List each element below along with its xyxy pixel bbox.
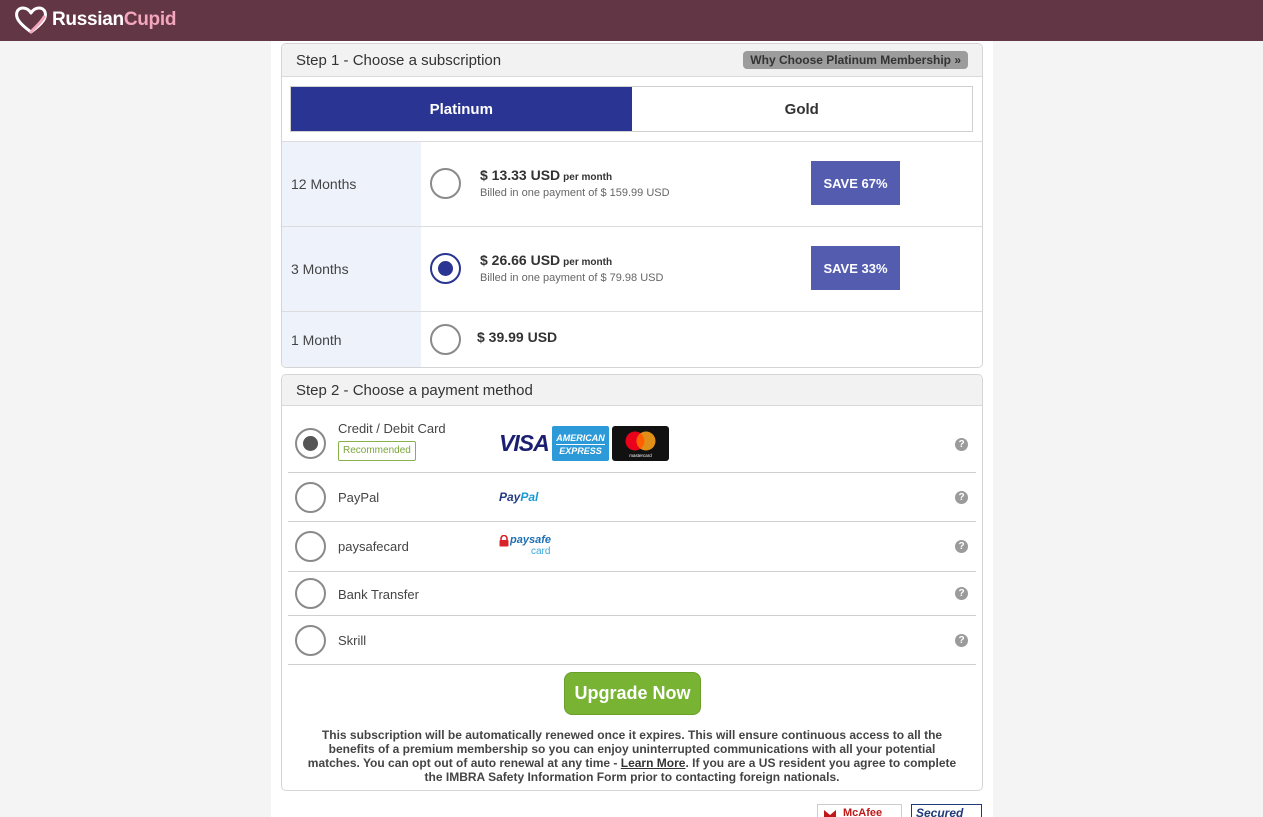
- learn-more-link[interactable]: Learn More: [621, 756, 686, 770]
- visa-logo-icon: VISA: [499, 430, 550, 456]
- plan-row-3-months[interactable]: 3 Months $ 26.66 USD per month Billed in …: [282, 226, 982, 311]
- help-icon[interactable]: ?: [955, 491, 968, 504]
- payment-panel: Step 2 - Choose a payment method Credit …: [281, 374, 983, 791]
- plan-price: $ 13.33 USD per month: [480, 167, 612, 183]
- paypal-logo-icon: PayPal: [499, 490, 538, 504]
- payment-label: Skrill: [338, 633, 367, 648]
- payment-radio-bank-transfer[interactable]: [295, 578, 326, 609]
- mcafee-badge: McAfee: [817, 804, 902, 817]
- help-icon[interactable]: ?: [955, 587, 968, 600]
- subscription-panel: Step 1 - Choose a subscription Why Choos…: [281, 43, 983, 368]
- payment-radio-skrill[interactable]: [295, 625, 326, 656]
- payment-method-list: Credit / Debit Card Recommended VISA AME…: [288, 408, 976, 665]
- svg-text:AMERICAN: AMERICAN: [555, 433, 605, 443]
- paysafecard-logo-part2: card: [531, 546, 551, 557]
- payment-radio-paysafecard[interactable]: [295, 531, 326, 562]
- tab-gold[interactable]: Gold: [631, 87, 972, 131]
- payment-label: Bank Transfer: [338, 587, 419, 602]
- plan-radio-1-month[interactable]: [430, 324, 461, 355]
- payment-method-paysafecard[interactable]: paysafecard paysafe card ?: [288, 522, 976, 572]
- auto-renewal-notice: This subscription will be automatically …: [304, 728, 960, 784]
- help-icon[interactable]: ?: [955, 438, 968, 451]
- heart-logo-icon: [15, 6, 47, 34]
- payment-label: Credit / Debit Card: [338, 421, 446, 436]
- step2-title: Step 2 - Choose a payment method: [296, 382, 533, 399]
- plan-price-per: per month: [563, 257, 613, 268]
- plan-price-value: $ 13.33 USD: [480, 167, 561, 183]
- secured-badge-text: Secured: [916, 806, 964, 817]
- plan-price: $ 26.66 USD per month: [480, 252, 612, 268]
- brand-name: RussianCupid: [52, 9, 176, 31]
- brand-name-part2: Cupid: [123, 9, 177, 30]
- why-platinum-button[interactable]: Why Choose Platinum Membership »: [743, 51, 968, 69]
- payment-radio-paypal[interactable]: [295, 482, 326, 513]
- payment-label: PayPal: [338, 490, 380, 505]
- amex-logo-icon: AMERICAN EXPRESS: [551, 426, 609, 461]
- brand-name-part1: Russian: [52, 9, 124, 30]
- paysafecard-logo-icon: paysafe card: [499, 534, 559, 560]
- page-content: Step 1 - Choose a subscription Why Choos…: [271, 41, 993, 817]
- brand-logo[interactable]: RussianCupid: [14, 5, 176, 35]
- paypal-logo-part1: Pay: [499, 490, 521, 504]
- plan-term: 1 Month: [282, 312, 421, 367]
- mcafee-badge-text: McAfee: [843, 807, 883, 817]
- plan-billed-text: Billed in one payment of $ 79.98 USD: [480, 272, 664, 284]
- plan-radio-12-months[interactable]: [430, 168, 461, 199]
- svg-text:EXPRESS: EXPRESS: [559, 446, 602, 456]
- plan-row-1-month[interactable]: 1 Month $ 39.99 USD: [282, 311, 982, 367]
- save-badge-33: SAVE 33%: [811, 246, 900, 290]
- plan-list: 12 Months $ 13.33 USD per month Billed in…: [282, 141, 982, 367]
- save-badge-67: SAVE 67%: [811, 161, 900, 205]
- plan-term: 3 Months: [282, 227, 421, 311]
- svg-text:mastercard: mastercard: [629, 453, 652, 458]
- payment-label: paysafecard: [338, 539, 409, 554]
- payment-method-bank-transfer[interactable]: Bank Transfer ?: [288, 572, 976, 616]
- recommended-badge: Recommended: [338, 441, 416, 461]
- secured-badge: Secured: [911, 804, 982, 817]
- payment-method-skrill[interactable]: Skrill ?: [288, 616, 976, 665]
- payment-panel-header: Step 2 - Choose a payment method: [282, 375, 982, 406]
- payment-method-paypal[interactable]: PayPal PayPal ?: [288, 473, 976, 522]
- plan-price-per: per month: [563, 172, 613, 183]
- paysafecard-logo-part1: paysafe: [510, 534, 551, 546]
- step1-title: Step 1 - Choose a subscription: [296, 52, 502, 69]
- top-bar: RussianCupid: [0, 0, 1263, 41]
- payment-method-card[interactable]: Credit / Debit Card Recommended VISA AME…: [288, 408, 976, 473]
- payment-radio-card[interactable]: [295, 428, 326, 459]
- paypal-logo-part2: Pal: [520, 490, 539, 504]
- plan-price-value: $ 26.66 USD: [480, 252, 561, 268]
- help-icon[interactable]: ?: [955, 540, 968, 553]
- plan-term: 12 Months: [282, 142, 421, 226]
- tab-platinum[interactable]: Platinum: [291, 87, 632, 131]
- upgrade-now-button[interactable]: Upgrade Now: [564, 672, 701, 715]
- plan-radio-3-months[interactable]: [430, 253, 461, 284]
- help-icon[interactable]: ?: [955, 634, 968, 647]
- membership-tabs: Platinum Gold: [290, 86, 973, 132]
- mastercard-logo-icon: mastercard: [611, 426, 669, 461]
- plan-price-value: $ 39.99 USD: [477, 329, 558, 345]
- plan-row-12-months[interactable]: 12 Months $ 13.33 USD per month Billed in…: [282, 141, 982, 226]
- subscription-panel-header: Step 1 - Choose a subscription Why Choos…: [282, 44, 982, 77]
- card-logos: VISA AMERICAN EXPRESS mastercard: [499, 426, 669, 461]
- plan-billed-text: Billed in one payment of $ 159.99 USD: [480, 187, 670, 199]
